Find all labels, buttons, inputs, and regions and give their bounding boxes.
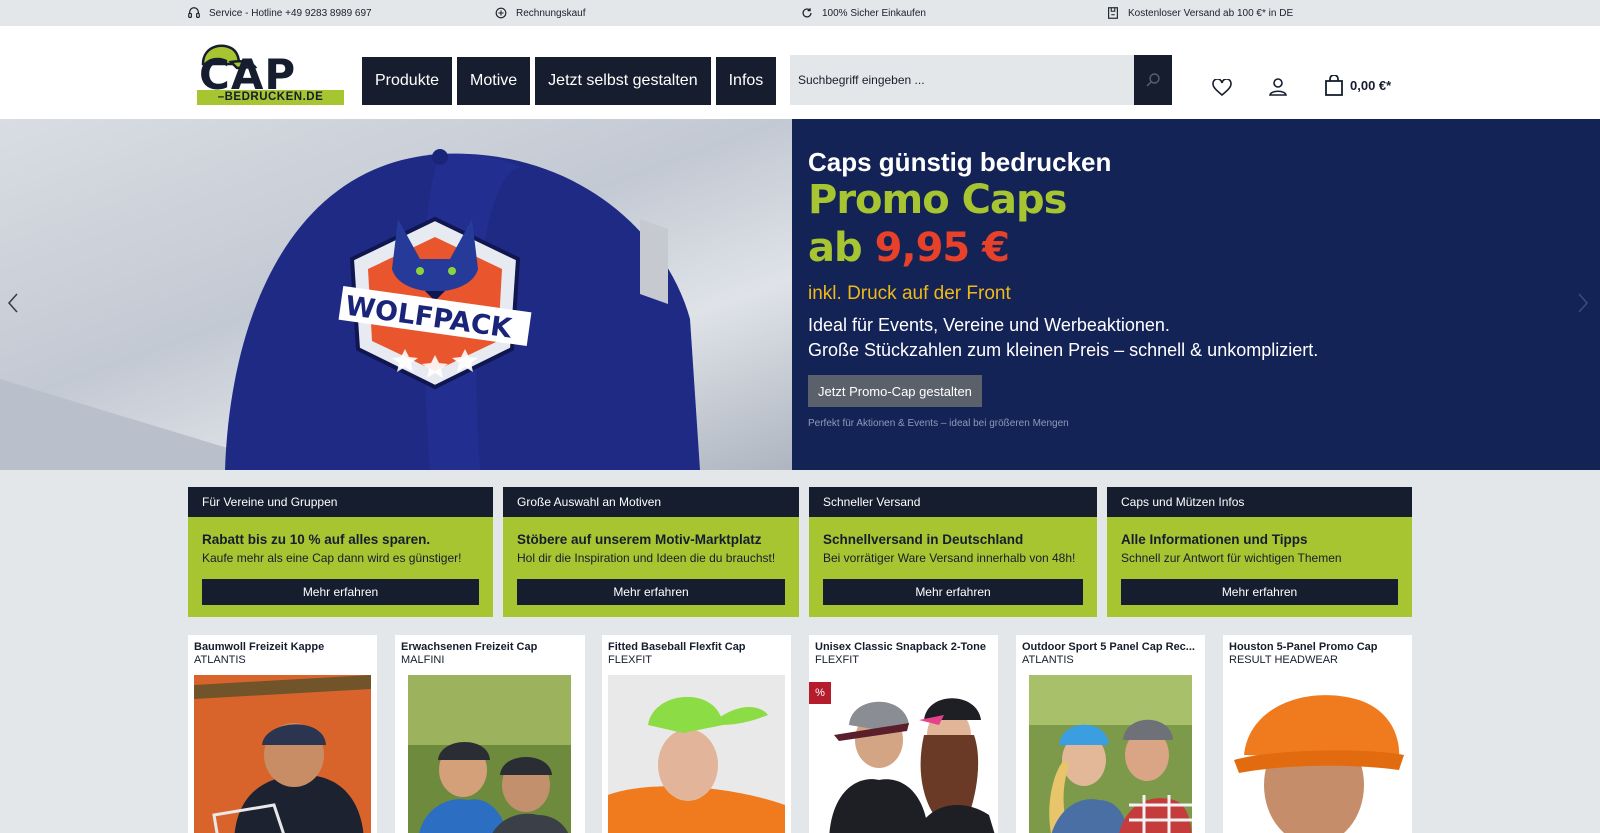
- search-button[interactable]: [1134, 55, 1172, 105]
- hero-description: Ideal für Events, Vereine und Werbeaktio…: [808, 313, 1318, 363]
- search-input[interactable]: [790, 55, 1134, 105]
- payment-icon: [495, 7, 507, 19]
- info-box-title: Alle Informationen und Tipps: [1121, 532, 1308, 547]
- hero-title: Caps günstig bedrucken: [808, 147, 1112, 177]
- product-card[interactable]: Outdoor Sport 5 Panel Cap Rec... ATLANTI…: [1016, 635, 1205, 833]
- info-box-header: Große Auswahl an Motiven: [503, 487, 799, 517]
- account-button[interactable]: [1268, 77, 1288, 102]
- product-name: Outdoor Sport 5 Panel Cap Rec...: [1022, 641, 1195, 653]
- product-name: Fitted Baseball Flexfit Cap: [608, 641, 746, 653]
- secure-info: 100% Sicher Einkaufen: [800, 0, 926, 26]
- chevron-right-icon: [1578, 293, 1589, 313]
- shipping-text: Kostenloser Versand ab 100 €* in DE: [1128, 7, 1294, 19]
- promo-cap-design-button[interactable]: Jetzt Promo-Cap gestalten: [808, 375, 982, 407]
- more-info-button[interactable]: Mehr erfahren: [202, 579, 479, 605]
- info-box-header: Schneller Versand: [809, 487, 1097, 517]
- product-brand: MALFINI: [401, 654, 445, 666]
- nav-motive[interactable]: Motive: [457, 57, 531, 105]
- invoice-info: Rechnungskauf: [494, 0, 586, 26]
- cart-button[interactable]: 0,00 €*: [1324, 75, 1391, 96]
- info-box-text: Schnell zur Antwort für wichtigen Themen: [1121, 551, 1342, 565]
- info-box-text: Bei vorrätiger Ware Versand innerhalb vo…: [823, 551, 1076, 565]
- more-info-button[interactable]: Mehr erfahren: [1121, 579, 1398, 605]
- site-header: CAP –BEDRUCKEN.DE Produkte Motive Jetzt …: [0, 26, 1600, 119]
- hero-note: Perfekt für Aktionen & Events – ideal be…: [808, 418, 1069, 429]
- shipping-icon: [1108, 7, 1118, 19]
- wishlist-button[interactable]: [1212, 78, 1232, 102]
- more-info-button[interactable]: Mehr erfahren: [517, 579, 785, 605]
- search-bar: [790, 55, 1172, 105]
- shopping-bag-icon: [1325, 75, 1343, 96]
- cart-total: 0,00 €*: [1350, 78, 1392, 93]
- nav-produkte[interactable]: Produkte: [362, 57, 453, 105]
- product-brand: ATLANTIS: [194, 654, 246, 666]
- info-box-title: Stöbere auf unserem Motiv-Marktplatz: [517, 532, 762, 547]
- product-name: Houston 5-Panel Promo Cap: [1229, 641, 1378, 653]
- product-card[interactable]: Baumwoll Freizeit Kappe ATLANTIS: [188, 635, 377, 833]
- product-name: Unisex Classic Snapback 2-Tone: [815, 641, 986, 653]
- price-prefix: ab: [808, 225, 863, 271]
- product-name: Baumwoll Freizeit Kappe: [194, 641, 325, 653]
- product-image: [1029, 675, 1192, 833]
- product-brand: FLEXFIT: [815, 654, 860, 666]
- price-value: 9,95 €: [874, 225, 1010, 271]
- user-icon: [1269, 78, 1287, 96]
- site-logo[interactable]: CAP –BEDRUCKEN.DE: [197, 40, 344, 106]
- product-card[interactable]: Houston 5-Panel Promo Cap RESULT HEADWEA…: [1223, 635, 1412, 833]
- info-box-text: Hol dir die Inspiration und Ideen die du…: [517, 551, 776, 565]
- top-info-bar: Service - Hotline +49 9283 8989 697 Rech…: [0, 0, 1600, 26]
- product-image: [608, 675, 785, 833]
- logo-domain: –BEDRUCKEN.DE: [197, 90, 344, 105]
- hero-price: ab 9,95 €: [808, 225, 1010, 271]
- info-box-vereine: Für Vereine und Gruppen Rabatt bis zu 10…: [188, 487, 493, 617]
- info-box-title: Rabatt bis zu 10 % auf alles sparen.: [202, 532, 431, 547]
- chevron-left-icon: [7, 293, 18, 313]
- nav-selbst-gestalten[interactable]: Jetzt selbst gestalten: [535, 57, 711, 105]
- product-image: [194, 675, 371, 833]
- heart-icon: [1212, 78, 1232, 97]
- shipping-info: Kostenloser Versand ab 100 €* in DE: [1106, 0, 1293, 26]
- sale-badge: %: [809, 682, 831, 704]
- hero-slider: WOLFPACK Caps günstig bedrucken Promo Ca…: [0, 119, 1600, 470]
- more-info-button[interactable]: Mehr erfahren: [823, 579, 1083, 605]
- product-card[interactable]: Fitted Baseball Flexfit Cap FLEXFIT: [602, 635, 791, 833]
- product-image: [408, 675, 571, 833]
- slider-next-button[interactable]: [1576, 291, 1590, 320]
- main-navigation: Produkte Motive Jetzt selbst gestalten I…: [362, 57, 777, 105]
- hotline-info[interactable]: Service - Hotline +49 9283 8989 697: [187, 0, 372, 26]
- secure-text: 100% Sicher Einkaufen: [822, 7, 926, 19]
- hero-image: WOLFPACK: [0, 119, 792, 470]
- nav-infos[interactable]: Infos: [715, 57, 777, 105]
- product-brand: FLEXFIT: [608, 654, 653, 666]
- hero-cap-image: WOLFPACK: [0, 149, 700, 470]
- invoice-text: Rechnungskauf: [516, 7, 586, 19]
- search-icon: [1146, 73, 1160, 87]
- product-card[interactable]: Erwachsenen Freizeit Cap MALFINI: [395, 635, 585, 833]
- info-box-header: Caps und Mützen Infos: [1107, 487, 1412, 517]
- info-box-motive: Große Auswahl an Motiven Stöbere auf uns…: [503, 487, 799, 617]
- hero-promo: Promo Caps: [808, 177, 1067, 223]
- info-box-header: Für Vereine und Gruppen: [188, 487, 493, 517]
- hero-content: Caps günstig bedrucken Promo Caps ab 9,9…: [792, 119, 1600, 470]
- info-box-text: Kaufe mehr als eine Cap dann wird es gün…: [202, 551, 462, 565]
- info-box-versand: Schneller Versand Schnellversand in Deut…: [809, 487, 1097, 617]
- hotline-text: Service - Hotline +49 9283 8989 697: [209, 7, 372, 19]
- hero-desc-line-2: Große Stückzahlen zum kleinen Preis – sc…: [808, 340, 1319, 360]
- product-name: Erwachsenen Freizeit Cap: [401, 641, 538, 653]
- product-brand: RESULT HEADWEAR: [1229, 654, 1339, 666]
- product-image: [1229, 675, 1406, 833]
- product-brand: ATLANTIS: [1022, 654, 1074, 666]
- product-card[interactable]: Unisex Classic Snapback 2-Tone FLEXFIT %: [809, 635, 998, 833]
- info-box-title: Schnellversand in Deutschland: [823, 532, 1024, 547]
- slider-prev-button[interactable]: [6, 291, 20, 320]
- headset-icon: [188, 7, 200, 18]
- info-box-infos: Caps und Mützen Infos Alle Informationen…: [1107, 487, 1412, 617]
- refresh-icon: [802, 8, 812, 18]
- hero-desc-line-1: Ideal für Events, Vereine und Werbeaktio…: [808, 315, 1170, 335]
- product-image: [809, 675, 998, 833]
- hero-subtitle: inkl. Druck auf der Front: [808, 283, 1011, 304]
